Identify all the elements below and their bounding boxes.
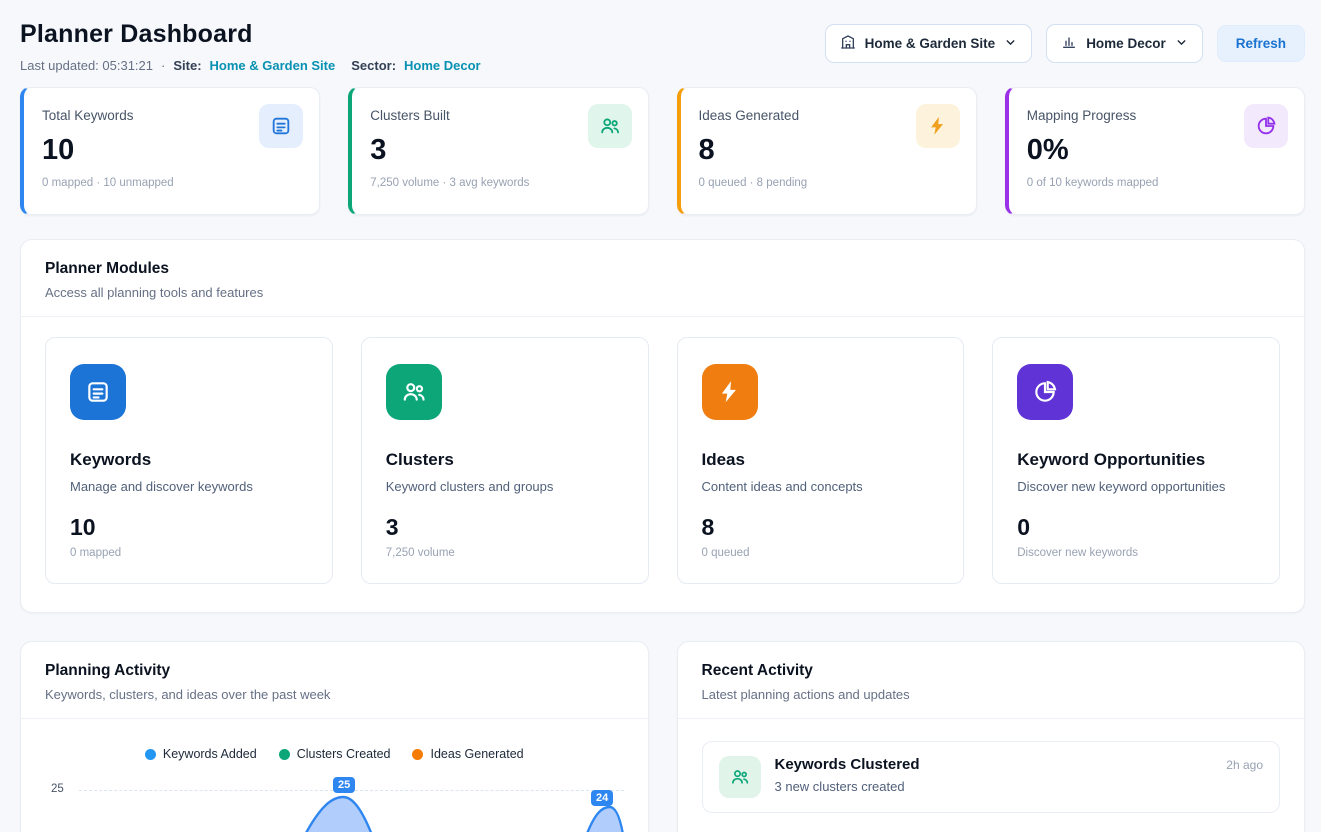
lightning-icon <box>916 104 960 148</box>
module-value: 3 <box>386 514 624 541</box>
activity-text: Keywords Clustered 3 new clusters create… <box>775 756 920 794</box>
module-detail: 0 mapped <box>70 547 308 559</box>
site-selector-dropdown[interactable]: Home & Garden Site <box>825 24 1033 63</box>
section-subtitle: Access all planning tools and features <box>45 285 1280 300</box>
module-card-clusters[interactable]: Clusters Keyword clusters and groups 3 7… <box>361 337 649 584</box>
legend-label: Clusters Created <box>297 747 391 761</box>
header-left: Planner Dashboard Last updated: 05:31:21… <box>20 20 481 73</box>
section-title: Recent Activity <box>702 662 1281 680</box>
modules-grid: Keywords Manage and discover keywords 10… <box>21 317 1304 612</box>
legend-dot-icon <box>279 749 290 760</box>
last-updated-text: Last updated: 05:31:21 <box>20 58 153 73</box>
users-icon <box>719 756 761 798</box>
stat-card-mapping-progress: Mapping Progress 0% 0 of 10 keywords map… <box>1005 87 1305 215</box>
recent-activity-panel: Recent Activity Latest planning actions … <box>677 641 1306 832</box>
planner-modules-panel: Planner Modules Access all planning tool… <box>20 239 1305 613</box>
module-title: Ideas <box>702 450 940 470</box>
recent-activity-header: Recent Activity Latest planning actions … <box>678 642 1305 719</box>
activity-item-keywords-clustered[interactable]: Keywords Clustered 3 new clusters create… <box>702 741 1281 813</box>
document-lines-icon <box>70 364 126 420</box>
stat-detail: 0 mapped · 10 unmapped <box>42 177 301 189</box>
stat-card-clusters-built: Clusters Built 3 7,250 volume · 3 avg ke… <box>348 87 648 215</box>
module-detail: Discover new keywords <box>1017 547 1255 559</box>
chevron-down-icon <box>1175 36 1188 52</box>
stat-detail: 0 of 10 keywords mapped <box>1027 177 1286 189</box>
document-lines-icon <box>259 104 303 148</box>
data-point-label: 25 <box>333 777 355 793</box>
legend-label: Ideas Generated <box>430 747 523 761</box>
meta-separator: · <box>161 58 165 73</box>
site-label: Site: <box>173 58 201 73</box>
pie-chart-icon <box>1017 364 1073 420</box>
header-actions: Home & Garden Site Home Decor Refresh <box>825 24 1305 63</box>
activity-timestamp: 2h ago <box>1226 756 1263 772</box>
module-title: Keywords <box>70 450 308 470</box>
activity-list: Keywords Clustered 3 new clusters create… <box>678 719 1305 832</box>
planning-activity-header: Planning Activity Keywords, clusters, an… <box>21 642 648 719</box>
module-description: Content ideas and concepts <box>702 479 940 494</box>
users-icon <box>386 364 442 420</box>
module-card-keywords[interactable]: Keywords Manage and discover keywords 10… <box>45 337 333 584</box>
legend-dot-icon <box>412 749 423 760</box>
section-subtitle: Latest planning actions and updates <box>702 687 1281 702</box>
module-title: Keyword Opportunities <box>1017 450 1255 470</box>
stat-detail: 0 queued · 8 pending <box>699 177 958 189</box>
stat-card-total-keywords: Total Keywords 10 0 mapped · 10 unmapped <box>20 87 320 215</box>
y-axis-tick: 25 <box>51 783 64 795</box>
module-description: Discover new keyword opportunities <box>1017 479 1255 494</box>
planning-activity-chart: 25 25 24 <box>45 777 624 832</box>
module-title: Clusters <box>386 450 624 470</box>
module-description: Keyword clusters and groups <box>386 479 624 494</box>
planner-dashboard-page: Planner Dashboard Last updated: 05:31:21… <box>0 0 1321 832</box>
stat-detail: 7,250 volume · 3 avg keywords <box>370 177 629 189</box>
site-link[interactable]: Home & Garden Site <box>210 58 336 73</box>
activity-title: Keywords Clustered <box>775 756 920 773</box>
legend-item-clusters-created[interactable]: Clusters Created <box>279 747 391 761</box>
stats-row: Total Keywords 10 0 mapped · 10 unmapped… <box>20 87 1305 215</box>
planner-modules-header: Planner Modules Access all planning tool… <box>21 240 1304 317</box>
sector-label: Sector: <box>351 58 396 73</box>
pie-chart-icon <box>1244 104 1288 148</box>
module-card-keyword-opportunities[interactable]: Keyword Opportunities Discover new keywo… <box>992 337 1280 584</box>
module-value: 0 <box>1017 514 1255 541</box>
module-detail: 7,250 volume <box>386 547 624 559</box>
sector-selector-dropdown[interactable]: Home Decor <box>1046 24 1203 63</box>
bar-chart-icon <box>1061 34 1077 53</box>
building-icon <box>840 34 856 53</box>
topbar: Planner Dashboard Last updated: 05:31:21… <box>20 20 1305 73</box>
chevron-down-icon <box>1004 36 1017 52</box>
page-title: Planner Dashboard <box>20 20 481 49</box>
sector-selector-label: Home Decor <box>1086 36 1166 51</box>
section-title: Planning Activity <box>45 662 624 680</box>
legend-item-ideas-generated[interactable]: Ideas Generated <box>412 747 523 761</box>
bottom-row: Planning Activity Keywords, clusters, an… <box>20 641 1305 832</box>
chart-legend: Keywords Added Clusters Created Ideas Ge… <box>21 747 648 761</box>
data-point-label: 24 <box>591 790 613 806</box>
planning-activity-panel: Planning Activity Keywords, clusters, an… <box>20 641 649 832</box>
legend-dot-icon <box>145 749 156 760</box>
stat-card-ideas-generated: Ideas Generated 8 0 queued · 8 pending <box>677 87 977 215</box>
sector-link[interactable]: Home Decor <box>404 58 481 73</box>
section-subtitle: Keywords, clusters, and ideas over the p… <box>45 687 624 702</box>
lightning-icon <box>702 364 758 420</box>
module-description: Manage and discover keywords <box>70 479 308 494</box>
module-value: 10 <box>70 514 308 541</box>
users-icon <box>588 104 632 148</box>
section-title: Planner Modules <box>45 260 1280 278</box>
module-detail: 0 queued <box>702 547 940 559</box>
legend-item-keywords-added[interactable]: Keywords Added <box>145 747 257 761</box>
refresh-button[interactable]: Refresh <box>1217 25 1305 62</box>
activity-description: 3 new clusters created <box>775 779 920 794</box>
header-meta: Last updated: 05:31:21 · Site: Home & Ga… <box>20 58 481 73</box>
site-selector-label: Home & Garden Site <box>865 36 996 51</box>
module-value: 8 <box>702 514 940 541</box>
legend-label: Keywords Added <box>163 747 257 761</box>
module-card-ideas[interactable]: Ideas Content ideas and concepts 8 0 que… <box>677 337 965 584</box>
